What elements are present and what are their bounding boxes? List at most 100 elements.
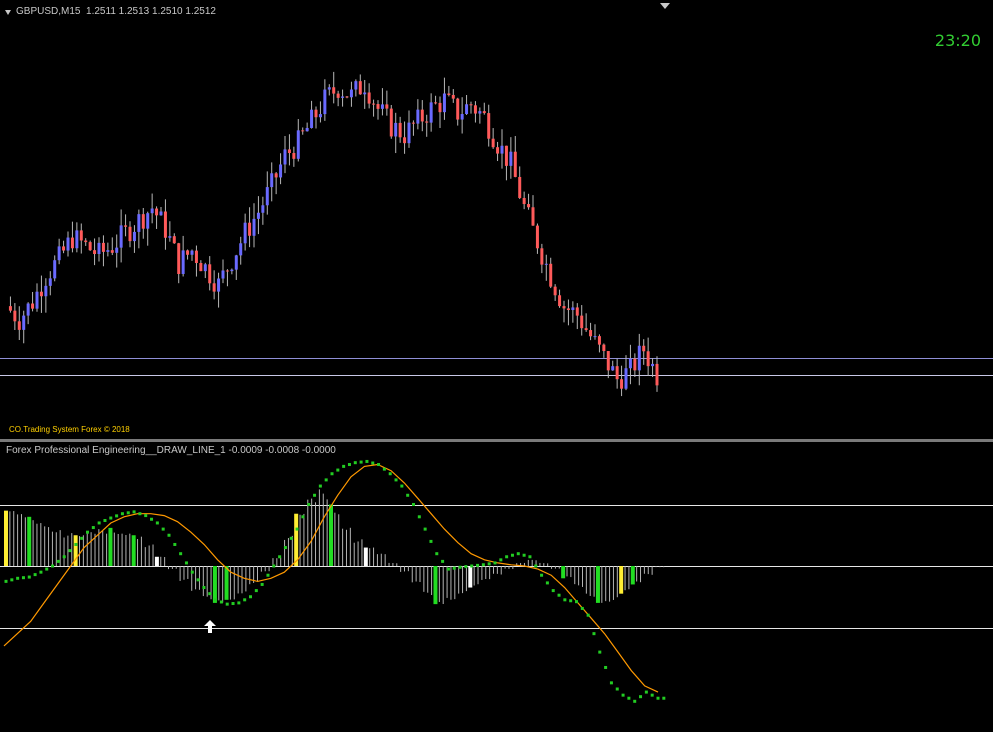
trend-dot [289, 536, 293, 540]
candle-body [513, 151, 517, 177]
trend-dot [33, 573, 37, 577]
candle [646, 337, 650, 376]
candle-body [341, 96, 345, 98]
candle [186, 249, 190, 260]
candle [438, 96, 442, 128]
candle-body [217, 278, 221, 292]
histogram-signal-bar [468, 566, 473, 588]
trend-dot [243, 598, 247, 602]
symbol-dropdown-icon[interactable] [5, 10, 11, 15]
trend-dot [27, 575, 31, 579]
candle-body [155, 208, 159, 216]
candle [39, 275, 43, 313]
candle-body [589, 330, 593, 337]
candle [274, 172, 278, 195]
candle [571, 301, 575, 323]
candle-body [372, 103, 376, 105]
candle [469, 101, 473, 114]
candle [540, 243, 544, 274]
candle [279, 153, 283, 185]
candle [637, 333, 641, 386]
candle [110, 237, 114, 256]
price-chart[interactable] [0, 0, 993, 440]
trend-dot [266, 573, 270, 577]
candle-body [8, 306, 12, 311]
candle-body [239, 243, 243, 256]
trend-dot [45, 567, 49, 571]
candle-body [345, 96, 349, 98]
candle [465, 94, 469, 115]
candle-body [208, 264, 212, 284]
candle-body [416, 109, 420, 124]
trend-dot [132, 510, 136, 514]
candle [305, 122, 309, 132]
candle [478, 107, 482, 124]
candle [407, 110, 411, 148]
candle-body [522, 197, 526, 205]
candle-body [62, 246, 66, 251]
candle-body [186, 250, 190, 255]
candle-body [97, 242, 101, 255]
candle [651, 357, 655, 377]
candle-body [75, 230, 79, 249]
candle [310, 100, 314, 129]
trend-dot [382, 467, 386, 471]
trend-dot [260, 582, 264, 586]
trend-dot [487, 562, 491, 566]
candle [119, 209, 123, 263]
trend-dot [470, 564, 474, 568]
candle [655, 356, 659, 392]
trend-dot [609, 681, 613, 685]
candle-body [261, 205, 265, 213]
candle-body [420, 109, 424, 122]
candle [327, 84, 331, 96]
trend-dot [621, 693, 625, 697]
trend-dot [202, 586, 206, 590]
trend-dot [353, 461, 357, 465]
candle [460, 97, 464, 134]
candle [212, 270, 216, 300]
indicator-chart[interactable] [0, 442, 993, 732]
candle [597, 334, 601, 353]
candle-body [48, 278, 52, 286]
histogram-signal-bar [131, 535, 136, 566]
candle [628, 344, 632, 385]
candle [602, 343, 606, 358]
trend-dot [441, 559, 445, 563]
candle [535, 223, 539, 254]
candle [358, 74, 362, 95]
candle-body [389, 108, 393, 137]
candle [221, 259, 225, 284]
histogram-signal-bar [329, 504, 333, 566]
candle-body [540, 248, 544, 265]
candle [265, 171, 269, 215]
candle [473, 101, 477, 123]
candle-body [504, 145, 508, 166]
trend-dot [505, 555, 509, 559]
candle-body [363, 92, 367, 95]
candle-body [283, 149, 287, 165]
trend-dot [150, 517, 154, 521]
trend-dot [249, 595, 252, 599]
candle [642, 339, 646, 365]
candle [531, 195, 535, 226]
candle [620, 365, 624, 397]
histogram-signal-bar [224, 566, 229, 600]
candle [132, 225, 136, 253]
shift-marker-icon[interactable] [660, 3, 670, 9]
trend-dot [528, 555, 532, 559]
candle [234, 254, 238, 280]
histogram-signal-bar [294, 513, 299, 566]
candle-body [460, 114, 464, 120]
candle-body [473, 105, 477, 114]
trend-dot [650, 693, 654, 697]
candle-body [500, 145, 504, 154]
trend-dot [4, 579, 8, 583]
candle-body [575, 307, 579, 316]
candle-body [296, 130, 300, 159]
candle-body [580, 315, 584, 329]
candle-body [602, 344, 606, 352]
candle-body [394, 122, 398, 137]
trend-dot [429, 539, 433, 543]
symbol-ohlc: 1.2511 1.2513 1.2510 1.2512 [86, 6, 216, 17]
